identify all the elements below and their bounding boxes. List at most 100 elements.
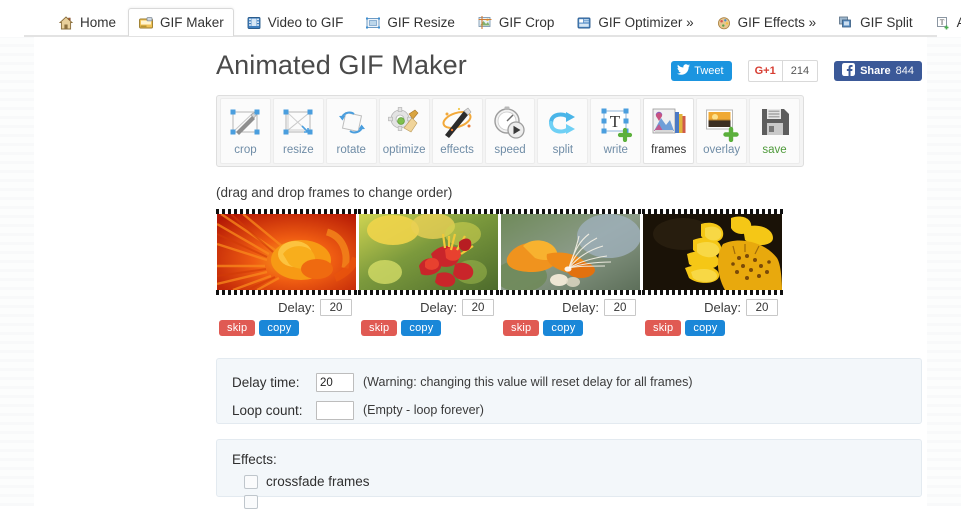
frame-delay-label: Delay: [420, 300, 457, 315]
split-icon [544, 104, 582, 142]
tab-add-text[interactable]: T Add text [925, 8, 961, 36]
tab-gif-crop[interactable]: GIF Crop [467, 8, 565, 36]
film-perforation-bottom [358, 290, 499, 295]
tool-optimize[interactable]: optimize [378, 98, 430, 164]
frame-delay-row: Delay: 20 [216, 295, 357, 320]
page-left-edge-texture [0, 0, 34, 506]
frame-actions: skip copy [216, 320, 357, 336]
tool-label: write [603, 144, 628, 156]
frame-actions: skip copy [500, 320, 641, 336]
main-navigation-tabs: Home GIF Maker Video to GIF GIF Resize G… [0, 0, 961, 37]
frame-delay-row: Delay: 20 [500, 295, 641, 320]
film-perforation-top [642, 209, 783, 214]
page-right-edge-texture [927, 0, 961, 506]
frame-skip-button[interactable]: skip [503, 320, 540, 336]
frame-image-3 [500, 214, 641, 292]
frame-skip-button[interactable]: skip [361, 320, 398, 336]
share-count: 844 [895, 65, 914, 77]
frame-item[interactable]: Delay: 20 skip copy [358, 209, 499, 336]
frame-item[interactable]: Delay: 20 skip copy [216, 209, 357, 336]
frame-delay-label: Delay: [562, 300, 599, 315]
tool-overlay[interactable]: overlay [696, 98, 748, 164]
optimize-icon [385, 104, 423, 142]
frame-image-4 [643, 214, 782, 290]
tab-home[interactable]: Home [48, 8, 126, 36]
loop-count-input[interactable] [316, 400, 354, 420]
page-title: Animated GIF Maker [216, 50, 467, 80]
tool-save[interactable]: save [749, 98, 800, 164]
gif-optimizer-icon [576, 15, 592, 31]
film-perforation-bottom [500, 290, 641, 295]
film-perforation-top [216, 209, 357, 214]
effect-option-partial[interactable] [244, 495, 921, 509]
frame-item[interactable]: Delay: 20 skip copy [642, 209, 783, 336]
tab-gif-maker[interactable]: GIF Maker [128, 8, 234, 36]
gif-effects-icon [716, 15, 732, 31]
tool-label: save [762, 144, 787, 156]
gplus-label: G+1 [747, 60, 782, 82]
tab-gif-effects[interactable]: GIF Effects » [706, 8, 827, 36]
second-effect-checkbox[interactable] [244, 495, 258, 509]
tab-video-to-gif[interactable]: Video to GIF [236, 8, 354, 36]
tool-label: effects [440, 144, 474, 156]
frame-item[interactable]: Delay: 20 skip copy [500, 209, 641, 336]
overlay-icon [703, 104, 741, 143]
tweet-button[interactable]: Tweet [671, 61, 732, 81]
delay-time-hint: (Warning: changing this value will reset… [363, 375, 693, 389]
frame-thumbnail[interactable] [216, 209, 357, 295]
tool-frames[interactable]: frames [643, 98, 695, 164]
frame-copy-button[interactable]: copy [685, 320, 726, 336]
effect-option-crossfade[interactable]: crossfade frames [244, 474, 921, 489]
frame-copy-button[interactable]: copy [259, 320, 300, 336]
tool-split[interactable]: split [537, 98, 589, 164]
tool-label: optimize [382, 144, 426, 156]
frame-delay-row: Delay: 20 [358, 295, 499, 320]
frame-skip-button[interactable]: skip [219, 320, 256, 336]
crossfade-frames-checkbox[interactable] [244, 474, 258, 489]
frame-copy-button[interactable]: copy [543, 320, 584, 336]
tweet-label: Tweet [694, 65, 724, 77]
svg-text:T: T [939, 17, 944, 26]
frame-delay-input[interactable]: 20 [604, 299, 636, 316]
video-to-gif-icon [246, 15, 262, 31]
tool-resize[interactable]: resize [272, 98, 324, 164]
facebook-share-button[interactable]: Share 844 [834, 61, 922, 81]
frame-thumbnail[interactable] [500, 209, 641, 295]
loop-count-label: Loop count: [232, 402, 303, 418]
frame-thumbnail[interactable] [358, 209, 499, 295]
tool-effects[interactable]: effects [431, 98, 483, 164]
social-share-buttons: Tweet G+1 214 Share 844 [671, 60, 922, 82]
tool-speed[interactable]: speed [484, 98, 536, 164]
tab-label: GIF Split [860, 15, 913, 30]
tool-label: crop [234, 144, 257, 156]
frame-copy-button[interactable]: copy [401, 320, 442, 336]
tool-label: split [552, 144, 574, 156]
tool-label: speed [494, 144, 526, 156]
tool-write[interactable]: T write [590, 98, 642, 164]
tool-rotate[interactable]: rotate [325, 98, 377, 164]
effects-panel: Effects: crossfade frames [216, 439, 922, 509]
frame-delay-input[interactable]: 20 [746, 299, 778, 316]
film-perforation-bottom [216, 290, 357, 295]
tab-label: Video to GIF [267, 15, 344, 30]
tab-gif-split[interactable]: GIF Split [828, 8, 923, 36]
frame-skip-button[interactable]: skip [645, 320, 682, 336]
frame-thumbnail[interactable] [642, 209, 783, 295]
resize-icon [279, 104, 317, 142]
home-icon [58, 15, 74, 31]
svg-text:T: T [610, 112, 621, 131]
tab-gif-resize[interactable]: GIF Resize [355, 8, 465, 36]
tab-gif-optimizer[interactable]: GIF Optimizer » [566, 8, 703, 36]
rotate-icon [332, 104, 370, 142]
tab-label: GIF Crop [498, 15, 555, 30]
tab-label: GIF Effects » [737, 15, 817, 30]
tool-crop[interactable]: crop [220, 98, 271, 164]
effects-title: Effects: [232, 452, 277, 467]
google-plus-one-button[interactable]: G+1 214 [747, 60, 819, 82]
frame-delay-input[interactable]: 20 [320, 299, 352, 316]
write-icon: T [597, 104, 635, 143]
tool-label: rotate [336, 144, 366, 156]
delay-time-input[interactable]: 20 [316, 372, 354, 392]
frame-delay-input[interactable]: 20 [462, 299, 494, 316]
gif-maker-icon [138, 15, 154, 31]
